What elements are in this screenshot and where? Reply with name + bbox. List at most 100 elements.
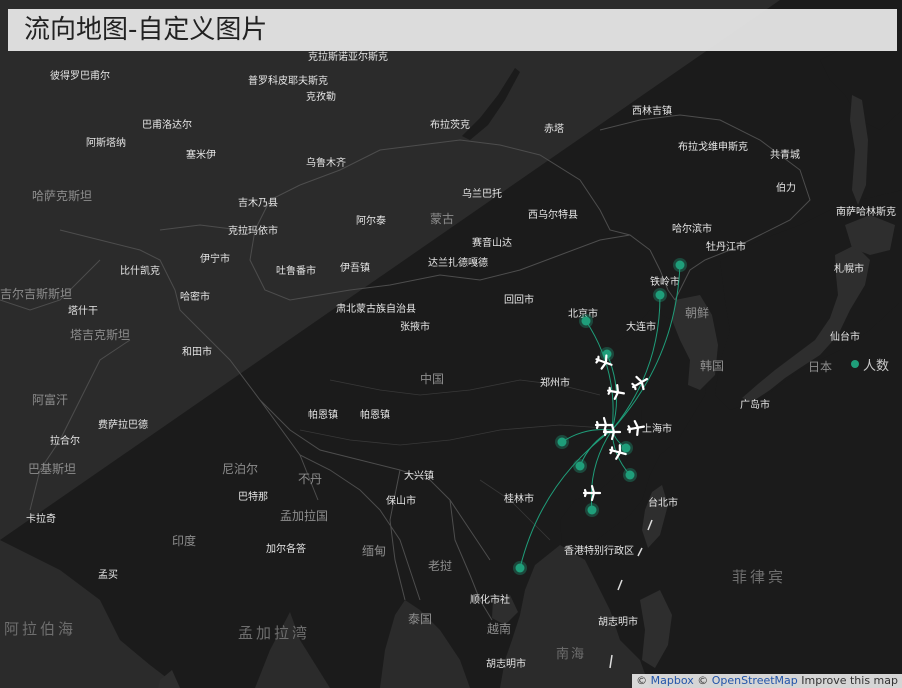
city-label: 西乌尔特县 bbox=[528, 208, 578, 221]
legend-label: 人数 bbox=[863, 358, 890, 374]
city-label: 回回市 bbox=[504, 293, 534, 306]
country-label: 巴基斯坦 bbox=[28, 462, 76, 476]
city-label: 桂林市 bbox=[504, 492, 534, 505]
city-label: 西林吉镇 bbox=[632, 104, 672, 117]
country-label: 孟加拉国 bbox=[280, 508, 328, 523]
origin-point[interactable] bbox=[621, 443, 631, 453]
legend: 人数 bbox=[851, 355, 890, 374]
city-label: 阿尔泰 bbox=[356, 214, 386, 227]
city-label: 南萨哈林斯克 bbox=[836, 205, 896, 218]
city-label: 台北市 bbox=[648, 496, 678, 509]
city-label: 共青城 bbox=[770, 148, 800, 161]
origin-point[interactable] bbox=[557, 437, 567, 447]
page-title: 流向地图-自定义图片 bbox=[24, 15, 268, 45]
origin-point[interactable] bbox=[515, 563, 525, 573]
city-label: 大兴镇 bbox=[404, 469, 434, 482]
country-label: 塔吉克斯坦 bbox=[70, 328, 130, 342]
city-label: 郑州市 bbox=[540, 376, 570, 389]
city-label: 帕恩镇 bbox=[360, 408, 390, 421]
city-label: 阿斯塔纳 bbox=[86, 136, 126, 149]
city-label: 哈密市 bbox=[180, 290, 210, 303]
city-label: 胡志明市 bbox=[598, 615, 638, 628]
city-label: 顺化市社 bbox=[470, 593, 510, 606]
city-label: 伊宁市 bbox=[200, 252, 230, 265]
city-label: 牡丹江市 bbox=[706, 240, 746, 253]
osm-link[interactable]: OpenStreetMap bbox=[712, 674, 798, 687]
country-label: 缅甸 bbox=[362, 544, 386, 558]
title-bar: 流向地图-自定义图片 bbox=[8, 9, 897, 51]
mapbox-link[interactable]: Mapbox bbox=[651, 674, 694, 687]
country-label: 越南 bbox=[487, 621, 511, 636]
city-label: 仙台市 bbox=[830, 330, 860, 343]
copyright-symbol: © bbox=[697, 674, 709, 687]
copyright-symbol: © bbox=[636, 674, 648, 687]
sea-label: 菲律宾 bbox=[732, 568, 786, 586]
city-label: 保山市 bbox=[386, 494, 416, 507]
map-canvas[interactable]: 中国 蒙古 日本 韩国 朝鲜 印度 缅甸 泰国 老挝 越南 尼泊尔 不丹 孟加拉… bbox=[0, 0, 902, 688]
origin-point[interactable] bbox=[655, 290, 665, 300]
city-label: 塞米伊 bbox=[186, 148, 216, 161]
city-label: 广岛市 bbox=[740, 398, 770, 411]
country-label: 朝鲜 bbox=[685, 306, 709, 320]
city-label: 肃北蒙古族自治县 bbox=[336, 302, 416, 315]
city-label: 加尔各答 bbox=[266, 542, 306, 555]
city-label: 布拉茨克 bbox=[430, 118, 470, 131]
city-label: 卡拉奇 bbox=[26, 512, 56, 525]
city-label: 帕恩镇 bbox=[308, 408, 338, 421]
city-label: 普罗科皮耶夫斯克 bbox=[248, 74, 328, 87]
city-label: 胡志明市 bbox=[486, 657, 526, 670]
city-label: 彼得罗巴甫尔 bbox=[50, 69, 110, 82]
city-label: 札幌市 bbox=[834, 262, 864, 275]
city-label: 布拉戈维申斯克 bbox=[678, 140, 748, 153]
sea-label: 孟加拉湾 bbox=[238, 624, 310, 642]
country-label: 老挝 bbox=[428, 559, 452, 573]
origin-point[interactable] bbox=[625, 470, 635, 480]
sea-label: 南海 bbox=[556, 646, 586, 662]
city-label: 赤塔 bbox=[544, 122, 564, 135]
map-attribution: © Mapbox © OpenStreetMap Improve this ma… bbox=[632, 674, 902, 688]
city-label: 伯力 bbox=[776, 181, 796, 194]
city-label: 赛音山达 bbox=[472, 236, 512, 249]
country-label: 阿富汗 bbox=[32, 392, 68, 407]
country-label: 韩国 bbox=[700, 358, 724, 373]
city-label: 吐鲁番市 bbox=[276, 264, 316, 277]
improve-map-link[interactable]: Improve this map bbox=[801, 674, 898, 687]
country-label: 尼泊尔 bbox=[222, 461, 258, 476]
legend-swatch bbox=[851, 360, 859, 368]
origin-point[interactable] bbox=[587, 505, 597, 515]
city-label: 克拉斯诺亚尔斯克 bbox=[308, 50, 388, 63]
city-label: 香港特别行政区 bbox=[564, 544, 634, 557]
country-label: 印度 bbox=[172, 533, 196, 548]
country-label: 吉尔吉斯斯坦 bbox=[0, 286, 72, 301]
country-label: 蒙古 bbox=[430, 211, 454, 226]
city-label: 铁岭市 bbox=[650, 275, 680, 288]
city-label: 乌兰巴托 bbox=[462, 187, 502, 200]
city-label: 吉木乃县 bbox=[238, 197, 278, 209]
city-label: 拉合尔 bbox=[50, 434, 80, 447]
origin-point[interactable] bbox=[581, 316, 591, 326]
city-label: 伊吾镇 bbox=[340, 261, 370, 274]
country-label: 哈萨克斯坦 bbox=[32, 189, 92, 203]
country-label: 中国 bbox=[420, 371, 444, 386]
city-label: 哈尔滨市 bbox=[672, 222, 712, 235]
city-label: 大连市 bbox=[626, 320, 656, 333]
country-label: 日本 bbox=[808, 360, 832, 374]
city-label: 孟买 bbox=[98, 569, 118, 581]
city-label: 达兰扎德嘎德 bbox=[428, 256, 488, 269]
city-label: 乌鲁木齐 bbox=[306, 156, 346, 169]
origin-point[interactable] bbox=[675, 260, 685, 270]
city-label: 和田市 bbox=[182, 345, 212, 358]
sea-label: 阿拉伯海 bbox=[4, 620, 76, 638]
city-label: 巴甫洛达尔 bbox=[142, 118, 192, 131]
city-label: 比什凯克 bbox=[120, 264, 160, 277]
origin-point[interactable] bbox=[575, 461, 585, 471]
country-label: 泰国 bbox=[408, 612, 432, 626]
city-label: 上海市 bbox=[642, 422, 672, 435]
city-label: 塔什干 bbox=[68, 304, 98, 317]
city-label: 巴特那 bbox=[238, 491, 268, 503]
city-label: 张掖市 bbox=[400, 320, 430, 333]
city-label: 克孜勒 bbox=[306, 90, 336, 103]
city-label: 费萨拉巴德 bbox=[98, 418, 148, 431]
city-label: 克拉玛依市 bbox=[228, 224, 278, 237]
country-label: 不丹 bbox=[298, 472, 322, 486]
